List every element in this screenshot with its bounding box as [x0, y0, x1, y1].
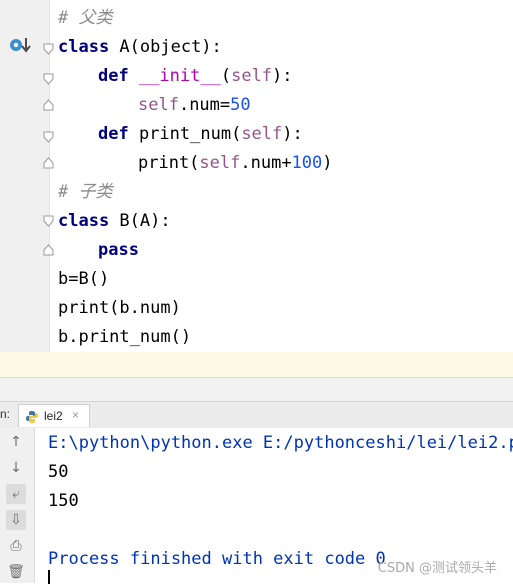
text-caret [48, 570, 50, 584]
code-text: A(object): [109, 37, 222, 57]
fold-close-icon[interactable] [43, 99, 54, 111]
code-text: .num= [178, 95, 231, 115]
code-line[interactable]: print(b.num) [58, 294, 181, 323]
breakpoint-override-icon[interactable] [8, 36, 32, 56]
self-keyword: self [138, 95, 179, 115]
number-literal: 100 [291, 153, 323, 173]
self-keyword: self [199, 153, 241, 173]
self-keyword: self [231, 66, 273, 86]
fold-open-icon[interactable] [43, 43, 54, 55]
console-output-line: 50 [48, 462, 69, 482]
fold-close-icon[interactable] [43, 244, 54, 256]
editor-gutter [0, 0, 50, 377]
close-icon[interactable]: × [72, 408, 79, 422]
python-icon [25, 409, 39, 423]
console-exit-message: Process finished with exit code 0 [48, 549, 386, 569]
console-command-line: E:\python\python.exe E:/pythonceshi/lei/… [48, 433, 513, 453]
keyword: class [58, 37, 110, 57]
keyword: def [98, 66, 129, 86]
soft-wrap-icon[interactable]: ⤶ [6, 484, 26, 504]
code-text: .num+ [240, 153, 292, 173]
console-output-line: 150 [48, 491, 79, 511]
code-text: ): [272, 66, 293, 86]
current-line-highlight [0, 352, 513, 377]
self-keyword: self [241, 124, 283, 144]
function-name: __init__ [128, 66, 221, 86]
run-tab[interactable]: lei2 × [18, 404, 90, 427]
code-line[interactable]: class A(object): [58, 33, 222, 62]
code-line[interactable]: pass [98, 236, 139, 265]
code-text: ) [322, 153, 333, 173]
code-line[interactable]: # 父类 [58, 4, 112, 33]
run-label: n: [0, 407, 11, 421]
keyword: def [98, 124, 129, 144]
keyword: class [58, 211, 110, 231]
fold-open-icon[interactable] [43, 73, 54, 85]
code-line[interactable]: print(self.num+100) [138, 149, 333, 178]
run-tab-label: lei2 [44, 409, 63, 423]
run-tool-window-header: n: lei2 × [0, 401, 513, 429]
code-line[interactable]: def print_num(self): [98, 120, 303, 149]
code-line[interactable]: self.num=50 [138, 91, 251, 120]
code-editor[interactable]: # 父类 class A(object): def __init__(self)… [0, 0, 513, 377]
up-arrow-icon[interactable]: ↑ [6, 432, 26, 452]
trash-icon[interactable]: 🗑 [6, 562, 26, 582]
panel-divider[interactable] [0, 377, 513, 402]
code-line[interactable]: # 子类 [58, 178, 112, 207]
number-literal: 50 [230, 95, 251, 115]
fold-close-icon[interactable] [43, 157, 54, 169]
code-line[interactable]: class B(A): [58, 207, 171, 236]
code-text: print( [138, 153, 200, 173]
fold-open-icon[interactable] [43, 215, 54, 227]
code-text: B(A): [109, 211, 171, 231]
code-line[interactable]: b.print_num() [58, 323, 191, 352]
code-line[interactable]: def __init__(self): [98, 62, 293, 91]
watermark: CSDN @测试领头羊 [377, 561, 497, 576]
code-line[interactable]: b=B() [58, 265, 109, 294]
keyword: pass [98, 240, 139, 260]
code-text: ): [282, 124, 303, 144]
scroll-to-end-icon[interactable]: ⇩ [6, 510, 26, 530]
down-arrow-icon[interactable]: ↓ [6, 458, 26, 478]
code-text: ( [220, 66, 232, 86]
function-name: print_num( [128, 124, 242, 144]
fold-open-icon[interactable] [43, 131, 54, 143]
run-toolbar: ↑ ↓ ⤶ ⇩ ⎙ 🗑 [0, 428, 35, 583]
print-icon[interactable]: ⎙ [6, 536, 26, 556]
